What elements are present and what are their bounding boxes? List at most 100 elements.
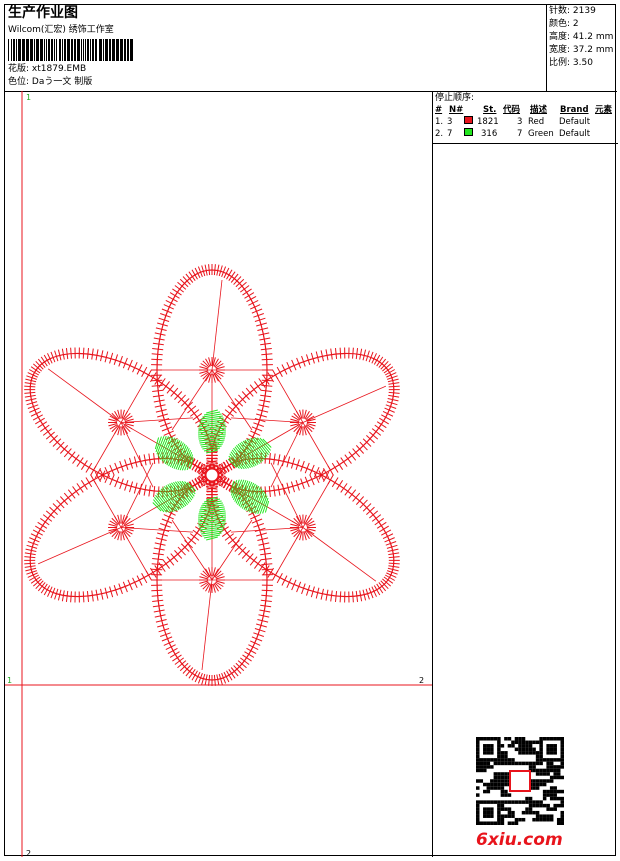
qr-module <box>504 755 508 759</box>
stat-height-label: 高度: <box>549 32 570 42</box>
qr-module <box>476 744 480 748</box>
stop-sequence-table: # N# St. 代码 描述 Brand 元素 1. 3 1821 3 Red … <box>433 104 618 140</box>
qr-module <box>546 737 550 741</box>
qr-module <box>483 751 487 755</box>
row-seq: 1. <box>435 116 443 128</box>
spoke-stitch <box>101 423 173 488</box>
qr-module <box>550 776 554 780</box>
qr-module <box>532 818 536 822</box>
qr-module <box>529 762 533 766</box>
qr-module <box>539 755 543 759</box>
qr-module <box>497 786 501 790</box>
table-row[interactable]: 2. 7 316 7 Green Default <box>433 128 618 140</box>
col-brand: Brand <box>560 104 589 116</box>
qr-module <box>557 772 561 776</box>
qr-module <box>546 762 550 766</box>
qr-module <box>518 751 522 755</box>
qr-module <box>536 786 540 790</box>
qr-module <box>483 790 487 794</box>
qr-module <box>536 772 540 776</box>
qr-module <box>546 779 550 783</box>
row-code: 3 <box>517 116 522 128</box>
qr-module <box>487 744 491 748</box>
qr-module <box>487 758 491 762</box>
qr-module <box>525 811 529 815</box>
qr-module <box>501 814 505 818</box>
qr-module <box>550 737 554 741</box>
row-brand: Default <box>559 128 590 140</box>
qr-module <box>508 814 512 818</box>
qr-module <box>532 800 536 804</box>
qr-module <box>553 776 557 780</box>
qr-module <box>539 744 543 748</box>
qr-module <box>522 741 526 745</box>
qr-module <box>529 741 533 745</box>
qr-module <box>518 737 522 741</box>
qr-module <box>536 758 540 762</box>
row-code: 7 <box>517 128 522 140</box>
barcode-bar <box>90 39 91 61</box>
qr-module <box>508 807 512 811</box>
stat-colors: 颜色: 2 <box>549 18 617 31</box>
qr-module <box>539 737 543 741</box>
qr-module <box>497 779 501 783</box>
qr-module <box>560 790 564 794</box>
qr-module <box>553 748 557 752</box>
stat-width: 宽度: 37.2 mm <box>549 44 617 57</box>
qr-module <box>480 737 484 741</box>
row-desc: Green <box>528 128 554 140</box>
qr-module <box>497 776 501 780</box>
qr-module <box>490 748 494 752</box>
qr-module <box>529 807 533 811</box>
qr-module <box>511 800 515 804</box>
qr-module <box>487 748 491 752</box>
qr-module <box>504 758 508 762</box>
qr-module <box>539 800 543 804</box>
qr-module <box>476 804 480 808</box>
barcode-bar <box>56 39 57 61</box>
qr-module <box>476 807 480 811</box>
qr-module <box>529 797 533 801</box>
qr-module <box>557 818 561 822</box>
qr-module <box>536 779 540 783</box>
qr-module <box>546 790 550 794</box>
qr-module <box>508 744 512 748</box>
barcode-bar <box>13 39 15 61</box>
qr-module <box>504 800 508 804</box>
table-divider <box>433 143 618 144</box>
qr-module <box>490 821 494 825</box>
qr-module <box>560 765 564 769</box>
table-row[interactable]: 1. 3 1821 3 Red Default <box>433 116 618 128</box>
table-header: # N# St. 代码 描述 Brand 元素 <box>433 104 618 116</box>
qr-module <box>504 790 508 794</box>
qr-module <box>504 751 508 755</box>
colorway-value: Daう一文 制版 <box>32 77 92 87</box>
qr-module <box>543 793 547 797</box>
qr-module <box>476 779 480 783</box>
qr-module <box>494 776 498 780</box>
design-file-label: 花版: <box>8 64 29 74</box>
qr-module <box>525 744 529 748</box>
qr-module <box>497 800 501 804</box>
stat-stitches-label: 针数: <box>549 6 570 16</box>
qr-module <box>501 776 505 780</box>
qr-module <box>504 779 508 783</box>
colorway-label: 色位: <box>8 77 29 87</box>
qr-module <box>476 741 480 745</box>
qr-module <box>553 797 557 801</box>
qr-module <box>553 765 557 769</box>
qr-module <box>497 751 501 755</box>
qr-module <box>546 772 550 776</box>
qr-module <box>497 804 501 808</box>
qr-module <box>532 762 536 766</box>
qr-module <box>550 769 554 773</box>
barcode-bar <box>105 39 108 61</box>
qr-module <box>543 804 547 808</box>
qr-module <box>487 821 491 825</box>
qr-module <box>497 741 501 745</box>
qr-module <box>553 758 557 762</box>
spoke-stitch <box>101 463 173 528</box>
qr-module <box>483 748 487 752</box>
production-sheet: 生产作业图 Wilcom(汇宏) 绣饰工作室 花版: xt1879.EMB 色位… <box>4 4 616 856</box>
barcode-bar <box>99 39 102 61</box>
